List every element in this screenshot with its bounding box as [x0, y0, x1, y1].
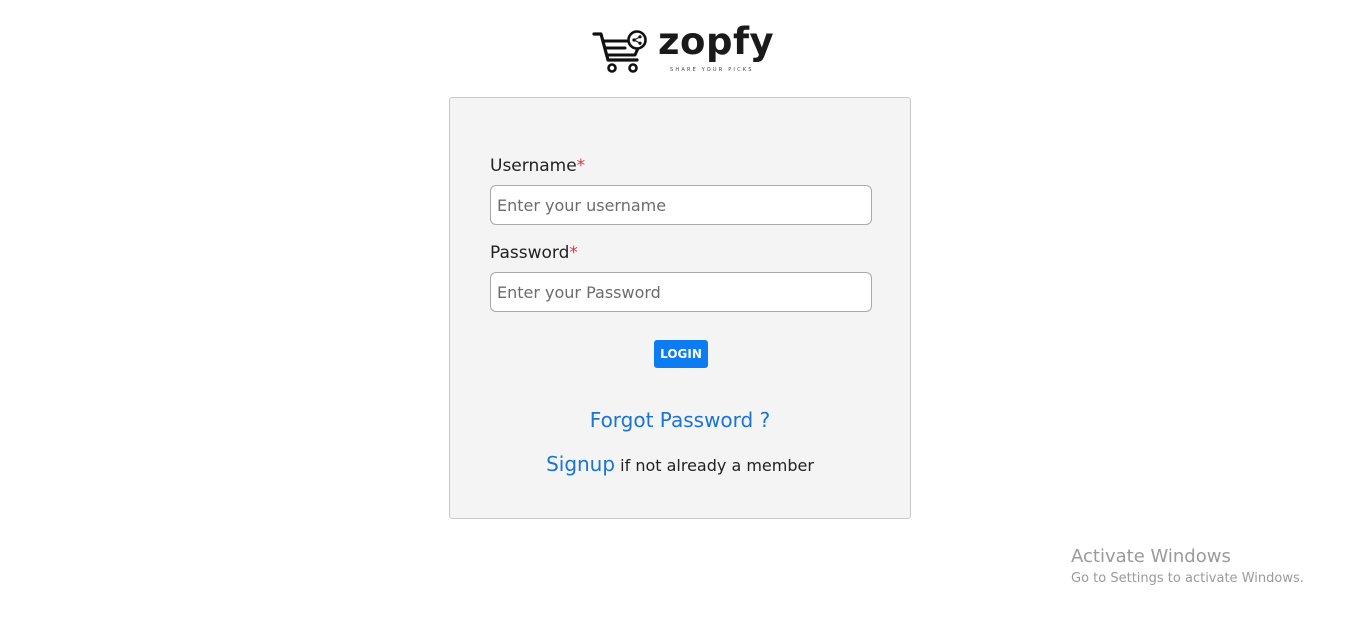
signup-row: Signup if not already a member — [450, 452, 910, 476]
windows-activation-watermark: Activate Windows Go to Settings to activ… — [1071, 546, 1304, 590]
login-page: zopfy SHARE YOUR PICKS Username* Passwor… — [0, 0, 1363, 621]
brand-tagline: SHARE YOUR PICKS — [670, 67, 754, 73]
password-input[interactable] — [490, 272, 872, 312]
brand-logo[interactable]: zopfy SHARE YOUR PICKS — [592, 20, 774, 78]
required-marker: * — [569, 243, 578, 263]
shopping-cart-share-icon — [592, 30, 647, 73]
forgot-password-link[interactable]: Forgot Password ? — [450, 408, 910, 432]
username-label: Username* — [490, 156, 585, 176]
username-label-text: Username — [490, 156, 577, 176]
username-input[interactable] — [490, 185, 872, 225]
brand-name: zopfy — [658, 20, 775, 63]
watermark-subtitle: Go to Settings to activate Windows. — [1071, 571, 1304, 586]
password-label-text: Password — [490, 243, 570, 263]
password-label: Password* — [490, 243, 578, 263]
signup-suffix-text: if not already a member — [620, 456, 814, 475]
login-button[interactable]: LOGIN — [654, 340, 708, 368]
required-marker: * — [576, 156, 586, 176]
watermark-title: Activate Windows — [1071, 546, 1231, 567]
signup-link[interactable]: Signup — [546, 452, 615, 476]
login-card: Username* Password* LOGIN Forgot Passwor… — [449, 97, 911, 519]
